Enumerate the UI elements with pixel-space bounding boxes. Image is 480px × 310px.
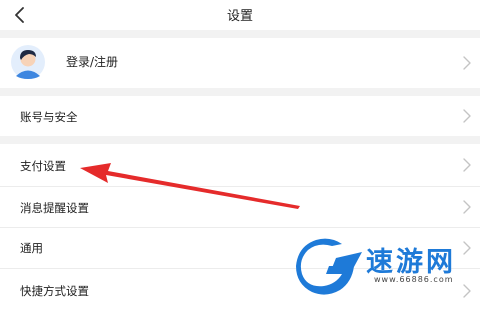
watermark-name: 速游网 xyxy=(366,247,456,278)
watermark-url: www.66886.com xyxy=(374,275,454,284)
suyou-logo-icon xyxy=(296,238,362,295)
suyou-watermark: 速游网 www.66886.com xyxy=(296,238,480,296)
